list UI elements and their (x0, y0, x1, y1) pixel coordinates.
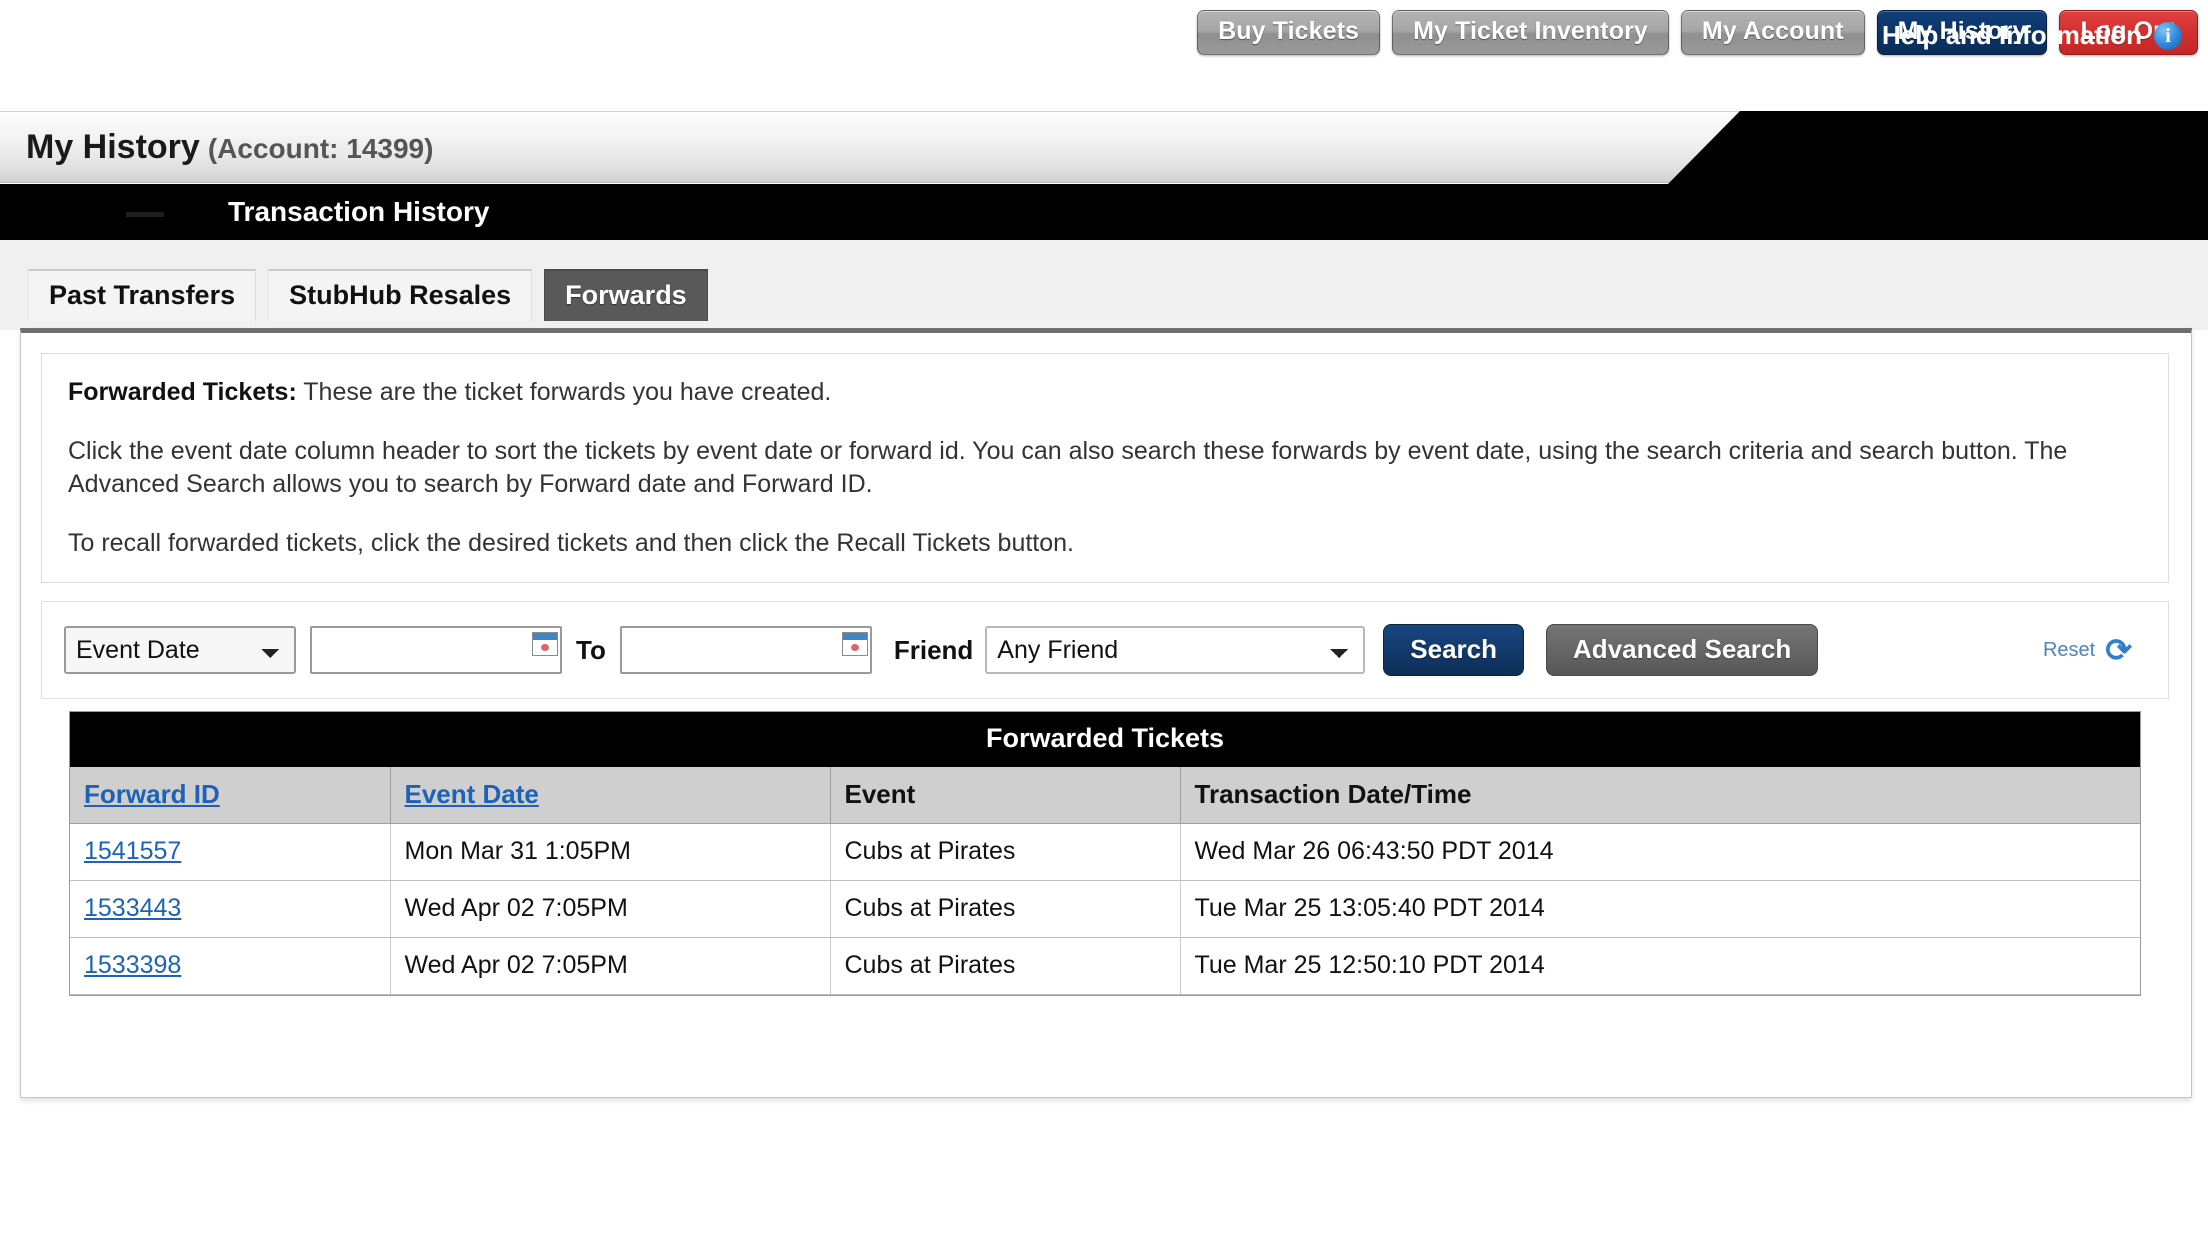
cell-forward-id: 1541557 (70, 823, 391, 881)
page-root: Buy Tickets My Ticket Inventory My Accou… (0, 0, 2208, 1242)
calendar-icon-to[interactable] (841, 632, 868, 656)
reset-link[interactable]: Reset ⟳ (2043, 634, 2146, 666)
table-head: Forward ID Event Date Event Transaction … (70, 767, 2140, 824)
sort-link-forward-id[interactable]: Forward ID (84, 779, 220, 809)
forward-id-link[interactable]: 1533398 (84, 951, 181, 979)
column-header-transaction-datetime: Transaction Date/Time (1180, 767, 2140, 824)
calendar-icon-from[interactable] (532, 632, 558, 656)
bar-artifact (126, 212, 164, 217)
account-number: (Account: 14399) (207, 133, 434, 164)
column-header-forward-id[interactable]: Forward ID (70, 767, 391, 824)
results-table-title: Forwarded Tickets (70, 712, 2140, 767)
table-row[interactable]: 1533398 Wed Apr 02 7:05PM Cubs at Pirate… (70, 937, 2140, 995)
advanced-search-button[interactable]: Advanced Search (1546, 624, 1819, 676)
column-header-event-date[interactable]: Event Date (390, 767, 831, 824)
column-header-event: Event (830, 767, 1181, 824)
friend-select[interactable]: Any Friend (985, 626, 1366, 674)
search-button[interactable]: Search (1383, 624, 1525, 676)
table-body: 1541557 Mon Mar 31 1:05PM Cubs at Pirate… (70, 823, 2140, 995)
tab-forwards[interactable]: Forwards (544, 269, 708, 322)
section-title: Transaction History (228, 196, 490, 227)
page-title-text: My History (26, 128, 200, 166)
help-and-information-link[interactable]: Help and Information i (1882, 20, 2182, 51)
tab-strip: Past Transfers StubHub Resales Forwards (28, 269, 720, 322)
cell-forward-id: 1533398 (70, 937, 391, 995)
table-header-row: Forward ID Event Date Event Transaction … (70, 767, 2140, 824)
instruction-heading: Forwarded Tickets: (68, 378, 297, 406)
table-row[interactable]: 1541557 Mon Mar 31 1:05PM Cubs at Pirate… (70, 823, 2140, 881)
section-bar: Transaction History (0, 184, 2208, 240)
nav-button-my-ticket-inventory[interactable]: My Ticket Inventory (1392, 10, 1669, 55)
cell-forward-id: 1533443 (70, 880, 391, 938)
help-tab[interactable] (1668, 111, 2208, 184)
content-panel: Forwarded Tickets: These are the ticket … (20, 328, 2192, 1098)
info-icon[interactable]: i (2154, 21, 2182, 50)
page-title: My History (Account: 14399) (26, 128, 433, 167)
instruction-line-2: Click the event date column header to so… (68, 437, 2068, 498)
friend-label: Friend (893, 634, 974, 665)
tab-past-transfers[interactable]: Past Transfers (28, 269, 257, 322)
date-to-wrapper (619, 626, 872, 674)
forward-id-link[interactable]: 1533443 (84, 894, 181, 922)
cell-event-date: Wed Apr 02 7:05PM (390, 880, 831, 938)
refresh-icon[interactable]: ⟳ (2105, 634, 2132, 666)
nav-button-my-account[interactable]: My Account (1680, 10, 1865, 55)
table-row[interactable]: 1533443 Wed Apr 02 7:05PM Cubs at Pirate… (70, 880, 2140, 938)
help-label: Help and Information (1882, 20, 2142, 50)
forwarded-tickets-table: Forward ID Event Date Event Transaction … (70, 767, 2140, 995)
instruction-heading-rest: These are the ticket forwards you have c… (296, 378, 832, 406)
date-to-input[interactable] (619, 626, 872, 674)
results-table-container: Forwarded Tickets Forward ID Event Date … (69, 711, 2141, 996)
cell-event: Cubs at Pirates (830, 823, 1181, 881)
nav-button-buy-tickets[interactable]: Buy Tickets (1197, 10, 1381, 55)
instructions-box: Forwarded Tickets: These are the ticket … (41, 353, 2169, 583)
sort-link-event-date[interactable]: Event Date (405, 779, 539, 809)
date-from-wrapper (310, 626, 562, 674)
cell-event-date: Mon Mar 31 1:05PM (390, 823, 831, 881)
reset-label: Reset (2042, 638, 2096, 661)
search-bar: Event Date To Friend Any Friend Search A… (41, 601, 2169, 699)
cell-transaction-datetime: Tue Mar 25 12:50:10 PDT 2014 (1180, 937, 2140, 995)
instruction-line-1: Forwarded Tickets: These are the ticket … (68, 376, 2142, 409)
cell-transaction-datetime: Tue Mar 25 13:05:40 PDT 2014 (1180, 880, 2140, 938)
instruction-line-3: To recall forwarded tickets, click the d… (68, 529, 1075, 557)
date-type-select[interactable]: Event Date (64, 626, 296, 674)
cell-event-date: Wed Apr 02 7:05PM (390, 937, 831, 995)
cell-event: Cubs at Pirates (830, 937, 1181, 995)
date-from-input[interactable] (310, 626, 562, 674)
cell-event: Cubs at Pirates (830, 880, 1181, 938)
tab-stubhub-resales[interactable]: StubHub Resales (268, 269, 533, 322)
forward-id-link[interactable]: 1541557 (84, 837, 181, 865)
to-label: To (576, 634, 606, 665)
cell-transaction-datetime: Wed Mar 26 06:43:50 PDT 2014 (1180, 823, 2140, 881)
